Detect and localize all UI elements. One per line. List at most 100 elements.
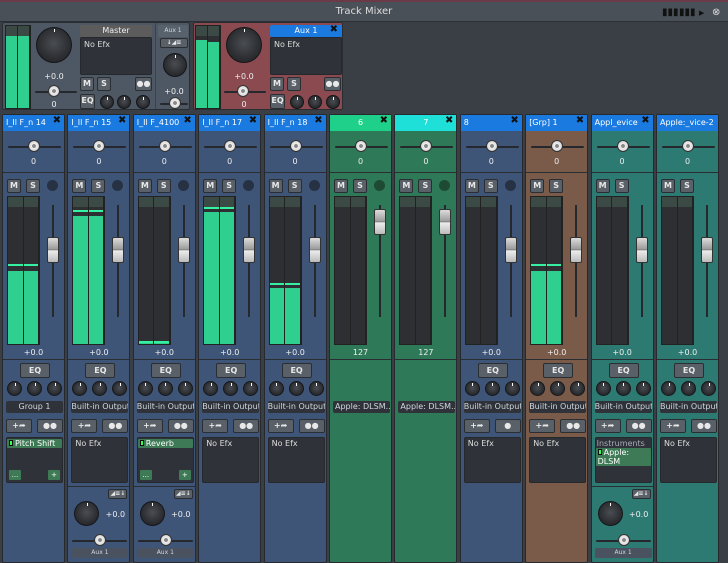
effects-box[interactable]: No Efx xyxy=(268,437,325,483)
play-icon[interactable]: ▶ xyxy=(699,9,704,17)
close-track-icon[interactable]: ✖ xyxy=(249,115,257,126)
eq-knob[interactable] xyxy=(485,381,500,396)
master-eq-knob[interactable] xyxy=(100,95,114,109)
add-send-button[interactable]: +➦ xyxy=(71,419,97,433)
close-track-icon[interactable]: ✖ xyxy=(183,115,191,126)
output-selector[interactable]: Built-in Output xyxy=(268,401,325,413)
aux1-pan-thumb[interactable] xyxy=(237,85,249,97)
eq-button[interactable]: EQ xyxy=(85,363,115,378)
record-arm-button[interactable] xyxy=(309,180,320,191)
close-track-icon[interactable]: ✖ xyxy=(510,115,518,126)
mute-button[interactable]: M xyxy=(7,179,21,193)
eq-knob[interactable] xyxy=(550,381,565,396)
record-arm-button[interactable] xyxy=(47,180,58,191)
record-arm-button[interactable] xyxy=(439,180,450,191)
stereo-button[interactable]: ●● xyxy=(691,419,717,433)
add-send-button[interactable]: +➦ xyxy=(464,419,490,433)
pan-thumb[interactable] xyxy=(28,140,40,152)
aux-send-thumb[interactable] xyxy=(618,534,630,546)
stereo-button[interactable]: ●● xyxy=(560,419,586,433)
solo-button[interactable]: S xyxy=(418,179,432,193)
add-send-button[interactable]: +➦ xyxy=(268,419,294,433)
close-track-icon[interactable]: ✖ xyxy=(445,115,453,126)
close-track-icon[interactable]: ✖ xyxy=(53,115,61,126)
output-selector[interactable]: Group 1 xyxy=(6,401,63,413)
record-arm-button[interactable] xyxy=(374,180,385,191)
eq-knob[interactable] xyxy=(289,381,304,396)
output-selector[interactable]: Built-in Output xyxy=(202,401,259,413)
master-eq-button[interactable]: EQ xyxy=(80,94,95,109)
solo-button[interactable]: S xyxy=(288,179,302,193)
output-selector[interactable]: Built-in Output xyxy=(529,401,586,413)
mute-button[interactable]: M xyxy=(661,179,675,193)
aux1-eq-knob[interactable] xyxy=(326,95,340,109)
effects-box[interactable]: Reverb...+ xyxy=(137,437,194,483)
eq-button[interactable]: EQ xyxy=(216,363,246,378)
output-selector[interactable]: Apple: DLSM... xyxy=(333,401,390,413)
solo-button[interactable]: S xyxy=(484,179,498,193)
eq-button[interactable]: EQ xyxy=(282,363,312,378)
output-selector[interactable]: Built-in Output xyxy=(595,401,652,413)
eq-knob[interactable] xyxy=(530,381,545,396)
pan-thumb[interactable] xyxy=(486,140,498,152)
eq-knob[interactable] xyxy=(309,381,324,396)
aux1-stereo-button[interactable]: ●● xyxy=(324,77,341,91)
layout-columns-icon[interactable]: ▮▮▮ xyxy=(662,7,679,18)
stereo-button[interactable]: ●● xyxy=(37,419,63,433)
add-send-button[interactable]: +➦ xyxy=(6,419,32,433)
pan-thumb[interactable] xyxy=(290,140,302,152)
effects-box[interactable]: No Efx xyxy=(202,437,259,483)
stereo-button[interactable]: ●● xyxy=(168,419,194,433)
eq-knob[interactable] xyxy=(7,381,22,396)
eq-button[interactable]: EQ xyxy=(478,363,508,378)
add-effect-button[interactable]: + xyxy=(48,470,60,480)
mute-button[interactable]: M xyxy=(596,179,610,193)
eq-knob[interactable] xyxy=(616,381,631,396)
solo-button[interactable]: S xyxy=(353,179,367,193)
eq-knob[interactable] xyxy=(269,381,284,396)
mute-button[interactable]: M xyxy=(334,179,348,193)
eq-knob[interactable] xyxy=(203,381,218,396)
effects-box[interactable]: No Efx xyxy=(71,437,128,483)
close-window-icon[interactable]: ⊗ xyxy=(712,7,720,18)
eq-knob[interactable] xyxy=(138,381,153,396)
eq-knob[interactable] xyxy=(661,381,676,396)
master-pan-thumb[interactable] xyxy=(48,85,60,97)
volume-fader[interactable] xyxy=(439,209,451,235)
mute-button[interactable]: M xyxy=(530,179,544,193)
master-aux-thumb[interactable] xyxy=(169,97,181,109)
eq-knob[interactable] xyxy=(223,381,238,396)
eq-knob[interactable] xyxy=(596,381,611,396)
add-send-button[interactable]: +➦ xyxy=(137,419,163,433)
master-eq-knob[interactable] xyxy=(136,95,150,109)
effect-plugin[interactable]: Pitch Shift xyxy=(7,439,62,448)
eq-knob[interactable] xyxy=(92,381,107,396)
eq-knob[interactable] xyxy=(505,381,520,396)
eq-button[interactable]: EQ xyxy=(543,363,573,378)
eq-knob[interactable] xyxy=(636,381,651,396)
eq-knob[interactable] xyxy=(47,381,62,396)
effects-box[interactable]: No Efx xyxy=(529,437,586,483)
master-eq-knob[interactable] xyxy=(117,95,131,109)
solo-button[interactable]: S xyxy=(222,179,236,193)
eq-button[interactable]: EQ xyxy=(609,363,639,378)
mute-button[interactable]: M xyxy=(465,179,479,193)
eq-knob[interactable] xyxy=(112,381,127,396)
instrument-plugin[interactable]: Apple: DLSM xyxy=(596,448,651,466)
effects-box[interactable]: No Efx xyxy=(464,437,521,483)
plugin-enable-icon[interactable] xyxy=(140,440,144,446)
aux-send-mode-button[interactable]: ↓◢≡ xyxy=(160,38,188,48)
pan-thumb[interactable] xyxy=(617,140,629,152)
add-send-button[interactable]: +➦ xyxy=(529,419,555,433)
eq-knob[interactable] xyxy=(27,381,42,396)
solo-button[interactable]: S xyxy=(615,179,629,193)
pan-thumb[interactable] xyxy=(159,140,171,152)
volume-fader[interactable] xyxy=(374,209,386,235)
aux1-eq-knob[interactable] xyxy=(308,95,322,109)
eq-knob[interactable] xyxy=(681,381,696,396)
solo-button[interactable]: S xyxy=(26,179,40,193)
pan-thumb[interactable] xyxy=(682,140,694,152)
mute-button[interactable]: M xyxy=(399,179,413,193)
close-track-icon[interactable]: ✖ xyxy=(380,115,388,126)
mute-button[interactable]: M xyxy=(269,179,283,193)
